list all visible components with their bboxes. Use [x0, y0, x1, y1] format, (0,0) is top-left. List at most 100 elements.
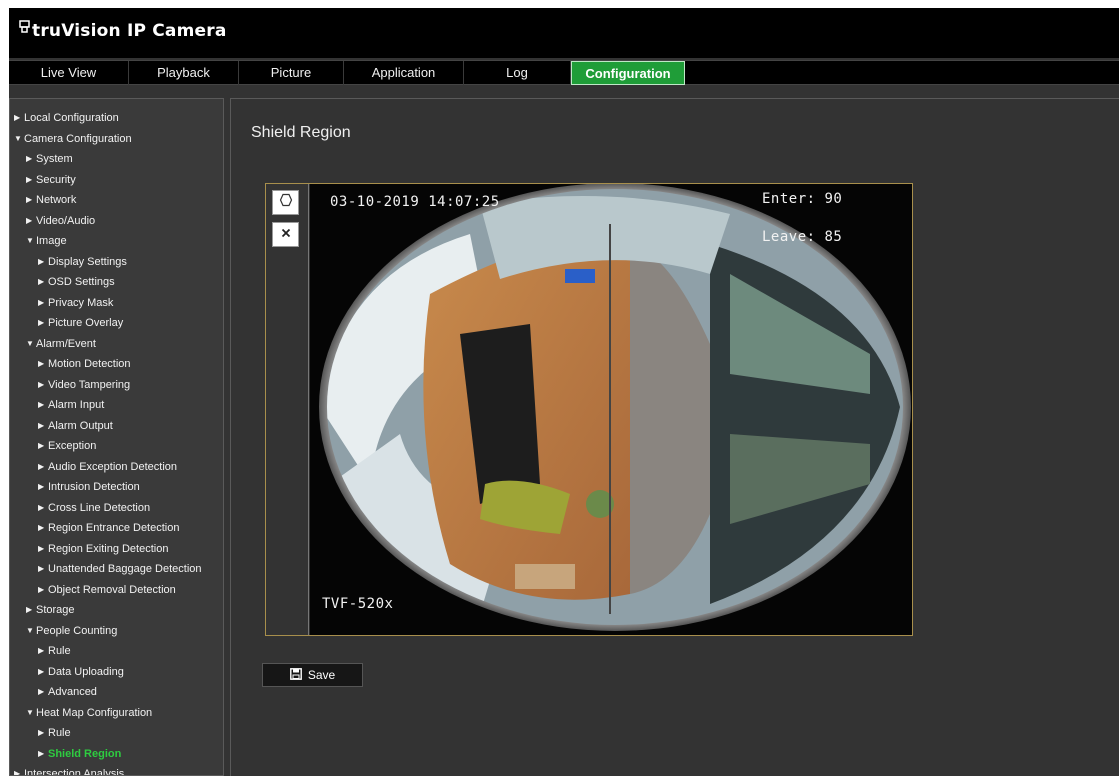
- config-sidebar: ▶ Local Configuration ▼ Camera Configuratio…: [9, 98, 224, 776]
- logo-mark-icon: [19, 20, 31, 36]
- main-panel: Shield Region 03-10-2019 14:07:25 Enter:…: [230, 98, 1119, 776]
- sidebar-item-video-audio[interactable]: ▶ Video/Audio: [26, 211, 95, 231]
- osd-leave-count: Leave: 85: [762, 229, 843, 245]
- sidebar-item-rule[interactable]: ▶ Rule: [38, 723, 71, 743]
- caret-right-icon: ▶: [26, 605, 33, 614]
- caret-right-icon: ▶: [38, 318, 45, 327]
- save-button[interactable]: Save: [262, 663, 363, 687]
- page-title: Shield Region: [251, 124, 351, 141]
- sidebar-item-people-counting[interactable]: ▼ People Counting: [26, 621, 117, 641]
- sidebar-item-label: Shield Region: [48, 747, 122, 760]
- sidebar-item-cross-line-detection[interactable]: ▶ Cross Line Detection: [38, 498, 150, 518]
- caret-right-icon: ▶: [38, 748, 45, 758]
- sidebar-item-label: Privacy Mask: [48, 296, 114, 309]
- sidebar-item-advanced[interactable]: ▶ Advanced: [38, 682, 97, 702]
- sidebar-item-object-removal-detection[interactable]: ▶ Object Removal Detection: [38, 580, 176, 600]
- save-button-label: Save: [307, 668, 336, 682]
- sidebar-item-intrusion-detection[interactable]: ▶ Intrusion Detection: [38, 477, 140, 497]
- caret-right-icon: ▶: [38, 277, 45, 286]
- sidebar-item-label: Display Settings: [48, 255, 127, 268]
- sidebar-item-osd-settings[interactable]: ▶ OSD Settings: [38, 272, 115, 292]
- caret-right-icon: ▶: [38, 666, 45, 676]
- sidebar-item-label: Video Tampering: [48, 378, 131, 391]
- caret-right-icon: ▶: [26, 215, 33, 225]
- sidebar-item-unattended-baggage-detection[interactable]: ▶ Unattended Baggage Detection: [38, 559, 202, 579]
- tab-live-view[interactable]: Live View: [9, 61, 129, 85]
- sidebar-item-privacy-mask[interactable]: ▶ Privacy Mask: [38, 293, 113, 313]
- caret-right-icon: ▶: [38, 420, 45, 430]
- caret-right-icon: ▶: [38, 728, 45, 737]
- drawing-toolbar: [266, 184, 309, 635]
- sidebar-item-label: Exception: [48, 440, 97, 452]
- sidebar-item-region-entrance-detection[interactable]: ▶ Region Entrance Detection: [38, 518, 179, 538]
- video-frame: 03-10-2019 14:07:25 Enter: 90 Leave: 85 …: [265, 183, 913, 636]
- sidebar-item-label: Security: [36, 173, 76, 186]
- sidebar-item-network[interactable]: ▶ Network: [26, 190, 76, 210]
- caret-right-icon: ▶: [38, 502, 45, 512]
- sidebar-item-label: Advanced: [48, 686, 97, 698]
- tab-playback[interactable]: Playback: [129, 61, 239, 85]
- sidebar-item-label: Picture Overlay: [48, 317, 124, 329]
- sidebar-item-alarm-output[interactable]: ▶ Alarm Output: [38, 416, 113, 436]
- sidebar-item-security[interactable]: ▶ Security: [26, 170, 76, 190]
- caret-right-icon: ▶: [38, 646, 45, 655]
- sidebar-item-label: Motion Detection: [48, 358, 131, 370]
- top-navigation: Live View Playback Picture Application L…: [9, 60, 1119, 85]
- sidebar-item-display-settings[interactable]: ▶ Display Settings: [38, 252, 127, 272]
- sidebar-item-label: Alarm Output: [48, 419, 113, 432]
- sidebar-item-picture-overlay[interactable]: ▶ Picture Overlay: [38, 313, 123, 333]
- sidebar-item-camera-configuration[interactable]: ▼ Camera Configuration: [14, 129, 132, 149]
- caret-right-icon: ▶: [38, 297, 45, 307]
- caret-right-icon: ▶: [38, 441, 45, 450]
- sidebar-item-storage[interactable]: ▶ Storage: [26, 600, 75, 620]
- sidebar-item-label: Intrusion Detection: [48, 481, 140, 493]
- caret-down-icon: ▼: [26, 625, 34, 635]
- caret-right-icon: ▶: [14, 769, 21, 776]
- sidebar-item-data-uploading[interactable]: ▶ Data Uploading: [38, 662, 124, 682]
- osd-enter-count: Enter: 90: [762, 191, 843, 207]
- sidebar-item-exception[interactable]: ▶ Exception: [38, 436, 96, 456]
- caret-right-icon: ▶: [38, 359, 45, 368]
- sidebar-item-label: Camera Configuration: [24, 132, 132, 145]
- tab-picture[interactable]: Picture: [239, 61, 344, 85]
- sidebar-item-region-exiting-detection[interactable]: ▶ Region Exiting Detection: [38, 539, 168, 559]
- sidebar-item-audio-exception-detection[interactable]: ▶ Audio Exception Detection: [38, 457, 177, 477]
- caret-right-icon: ▶: [26, 174, 33, 184]
- sidebar-item-alarm-event[interactable]: ▼ Alarm/Event: [26, 334, 96, 354]
- sidebar-item-video-tampering[interactable]: ▶ Video Tampering: [38, 375, 130, 395]
- sidebar-item-image[interactable]: ▼ Image: [26, 231, 67, 251]
- sidebar-item-label: Rule: [48, 727, 71, 739]
- sidebar-item-alarm-input[interactable]: ▶ Alarm Input: [38, 395, 104, 415]
- caret-down-icon: ▼: [26, 236, 34, 245]
- sidebar-item-label: People Counting: [36, 624, 118, 637]
- live-video-feed[interactable]: 03-10-2019 14:07:25 Enter: 90 Leave: 85 …: [310, 184, 912, 635]
- tab-configuration[interactable]: Configuration: [571, 61, 685, 85]
- caret-down-icon: ▼: [14, 133, 22, 143]
- sidebar-item-label: Object Removal Detection: [48, 583, 176, 596]
- clear-region-button[interactable]: [272, 222, 299, 247]
- sidebar-item-motion-detection[interactable]: ▶ Motion Detection: [38, 354, 131, 374]
- sidebar-item-label: Alarm/Event: [36, 337, 96, 350]
- tab-application[interactable]: Application: [344, 61, 464, 85]
- caret-right-icon: ▶: [26, 195, 33, 204]
- caret-right-icon: ▶: [38, 523, 45, 532]
- caret-down-icon: ▼: [26, 338, 34, 348]
- sidebar-item-label: Local Configuration: [24, 112, 119, 124]
- caret-down-icon: ▼: [26, 707, 34, 717]
- caret-right-icon: ▶: [38, 482, 45, 491]
- sidebar-item-label: Alarm Input: [48, 399, 105, 411]
- caret-right-icon: ▶: [38, 687, 45, 696]
- sidebar-item-intersection-analysis[interactable]: ▶ Intersection Analysis: [14, 764, 124, 776]
- caret-right-icon: ▶: [14, 113, 21, 122]
- tab-log[interactable]: Log: [464, 61, 571, 85]
- draw-polygon-button[interactable]: [272, 190, 299, 215]
- sidebar-item-rule[interactable]: ▶ Rule: [38, 641, 71, 661]
- sidebar-item-label: Video/Audio: [36, 214, 96, 227]
- osd-camera-name: TVF-520x: [322, 596, 394, 612]
- sidebar-item-shield-region[interactable]: ▶ Shield Region: [38, 744, 121, 764]
- sidebar-item-label: Region Entrance Detection: [48, 522, 180, 534]
- sidebar-item-heat-map-configuration[interactable]: ▼ Heat Map Configuration: [26, 703, 152, 723]
- caret-right-icon: ▶: [38, 256, 45, 266]
- sidebar-item-local-configuration[interactable]: ▶ Local Configuration: [14, 108, 119, 128]
- sidebar-item-system[interactable]: ▶ System: [26, 149, 73, 169]
